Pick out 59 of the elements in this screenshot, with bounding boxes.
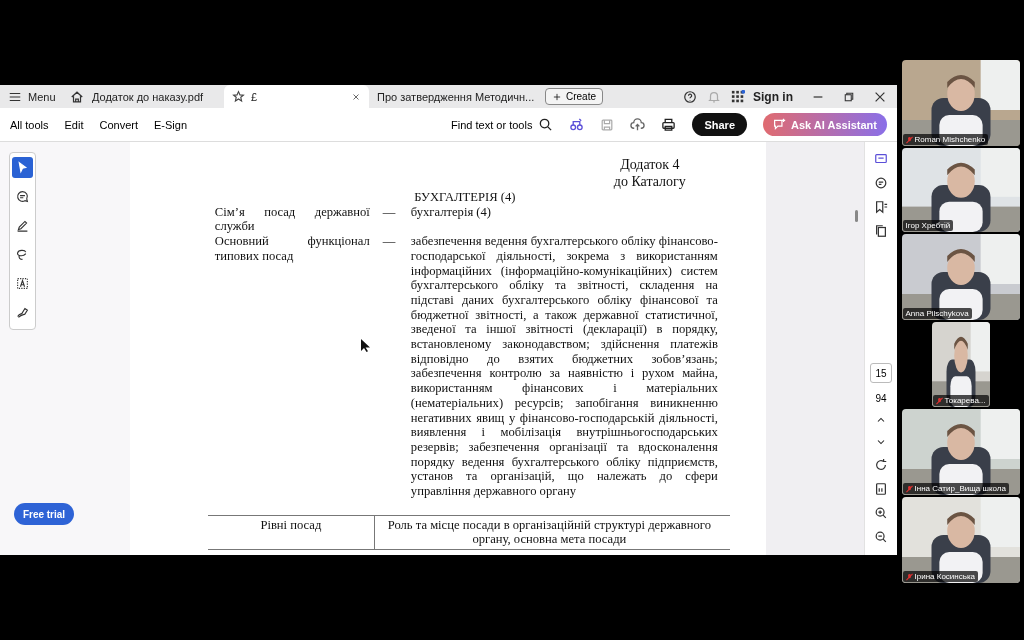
close-icon[interactable]: [351, 91, 361, 102]
participant-name: Ірина Косинська: [902, 571, 979, 582]
search-icon[interactable]: [538, 117, 554, 132]
document-tab[interactable]: Про затвердження Методичн...: [369, 85, 539, 108]
free-trial-button[interactable]: Free trial: [14, 503, 74, 525]
apps-grid-icon[interactable]: [731, 89, 745, 104]
bookmark-icon[interactable]: [874, 200, 888, 214]
document-tab[interactable]: Додаток до наказу.pdf: [84, 85, 224, 108]
chat-sparkle-icon[interactable]: [773, 118, 786, 131]
page-count: 94: [875, 393, 887, 404]
home-icon[interactable]: [70, 89, 84, 104]
participant-name: Ігор Хребтій: [902, 220, 954, 231]
menu-button[interactable]: Menu: [0, 85, 70, 108]
toolbar-menu[interactable]: E-Sign: [154, 118, 188, 131]
upload-icon[interactable]: [630, 117, 646, 132]
appendix-label: Додаток 4: [619, 156, 681, 173]
toolbar-menu[interactable]: All tools: [10, 118, 49, 131]
ai-assistant-button[interactable]: Ask AI Assistant: [763, 113, 887, 136]
rotate-icon[interactable]: [874, 458, 888, 472]
zoom-out-icon[interactable]: [874, 530, 888, 544]
plus-icon[interactable]: [552, 91, 562, 102]
mouse-pointer-icon: [360, 339, 370, 352]
comment-icon[interactable]: [874, 176, 888, 190]
participant-name: Roman Mishchenko: [902, 134, 989, 145]
star-icon[interactable]: [232, 90, 245, 103]
share-button[interactable]: Share: [692, 113, 747, 136]
muted-microphone-icon: [935, 396, 943, 405]
pages-icon[interactable]: [874, 224, 888, 238]
column-header: Рівні посад: [259, 516, 323, 534]
document-tab[interactable]: £: [224, 85, 369, 108]
sign-in-button[interactable]: Sign in: [753, 89, 793, 104]
definition-term: Основний функціонал типових посад: [214, 234, 370, 264]
definition-term: Сім’я посад державної служби: [214, 204, 370, 235]
comment-panel-icon[interactable]: [874, 152, 888, 166]
create-button[interactable]: Create: [545, 88, 603, 105]
appendix-label: до Каталогу: [612, 173, 687, 190]
muted-microphone-icon: [905, 484, 913, 493]
toolbar-menu[interactable]: Edit: [64, 118, 84, 131]
fit-page-icon[interactable]: [874, 482, 888, 496]
participant-name: Інна Сатир_Вища школа: [902, 483, 1009, 494]
muted-microphone-icon: [905, 135, 913, 144]
dash: —: [381, 204, 397, 220]
printer-icon[interactable]: [661, 117, 677, 132]
scrollbar-thumb[interactable]: [855, 210, 859, 222]
find-button[interactable]: Find text or tools: [451, 118, 533, 131]
zoom-in-icon[interactable]: [874, 506, 888, 520]
restore-icon[interactable]: [843, 90, 855, 103]
dash: —: [381, 234, 397, 249]
page-number-field[interactable]: 15: [870, 363, 892, 383]
section-heading: БУХГАЛТЕРІЯ (4): [413, 190, 517, 205]
column-header: Роль та місце посади в організаційній структурі державного органу, основна мета посади: [373, 515, 724, 550]
help-icon[interactable]: [683, 89, 697, 104]
muted-microphone-icon: [905, 572, 913, 581]
tools-icon[interactable]: [569, 117, 585, 132]
definition-text: бухгалтерія (4): [410, 204, 493, 220]
participant-name: Токарева...: [932, 395, 989, 406]
toolbar-menu[interactable]: Convert: [99, 118, 139, 131]
participant-name: Anna Pilschykova: [902, 308, 972, 319]
definition-text: забезпечення ведення бухгалтерського обліку фінансово-господарської діяльності, зокрема з використанням інформаційних (інформаційно-комунікаційних) систем бухгалтерського обліку та звітності, складення на підставі даних бухгалтерського обліку фінансової та бюджетної звітності, а також державної статистичної, зведеної та іншої звітності (декларації) в порядку, встановленому законодавством; здійснення платежів відповідно до взятих бюджетних зобов’язань; забезпечення контролю за наявністю і рухом майна, використанням фінансових і матеріальних (нематеріальних) ресурсів; запобігання виникненню негативних явищ у фінансово-господарській діяльності, виявлення і мобілізація внутрішньогосподарських резервів; забезпечення організації та вдосконалення порядку ведення бухгалтерського обліку підприємств, установ та організацій, що належать до сфери управління державного органу: [410, 234, 718, 499]
